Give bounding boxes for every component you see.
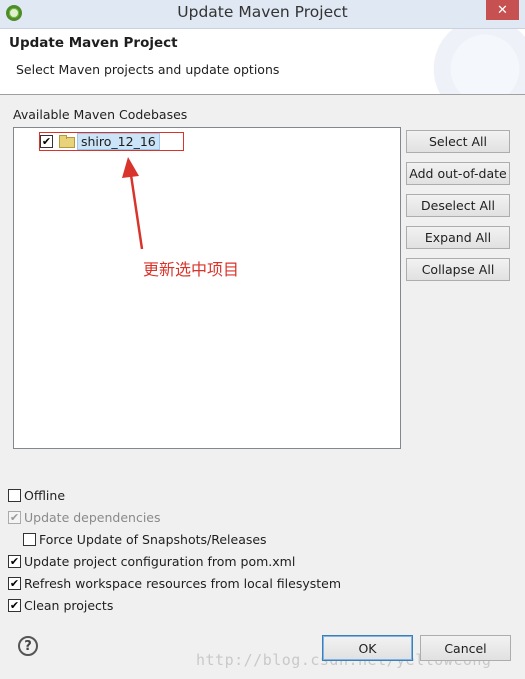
- ok-button[interactable]: OK: [322, 635, 413, 661]
- select-all-button[interactable]: Select All: [406, 130, 510, 153]
- collapse-all-button[interactable]: Collapse All: [406, 258, 510, 281]
- clean-projects-checkbox[interactable]: [8, 599, 21, 612]
- offline-label: Offline: [24, 488, 66, 503]
- refresh-workspace-option[interactable]: Refresh workspace resources from local f…: [8, 576, 341, 591]
- force-update-option[interactable]: Force Update of Snapshots/Releases: [23, 532, 267, 547]
- refresh-workspace-checkbox[interactable]: [8, 577, 21, 590]
- offline-option[interactable]: Offline: [8, 488, 65, 503]
- cancel-button[interactable]: Cancel: [420, 635, 511, 661]
- force-update-checkbox[interactable]: [23, 533, 36, 546]
- expand-all-button[interactable]: Expand All: [406, 226, 510, 249]
- update-config-label: Update project configuration from pom.xm…: [24, 554, 296, 569]
- refresh-workspace-label: Refresh workspace resources from local f…: [24, 576, 342, 591]
- update-config-checkbox[interactable]: [8, 555, 21, 568]
- deselect-all-button[interactable]: Deselect All: [406, 194, 510, 217]
- add-out-of-date-button[interactable]: Add out-of-date: [406, 162, 510, 185]
- update-dependencies-label: Update dependencies: [24, 510, 161, 525]
- clean-projects-option[interactable]: Clean projects: [8, 598, 113, 613]
- help-icon[interactable]: ?: [18, 636, 38, 656]
- update-config-option[interactable]: Update project configuration from pom.xm…: [8, 554, 295, 569]
- annotation-text: 更新选中项目: [143, 260, 240, 279]
- clean-projects-label: Clean projects: [24, 598, 114, 613]
- offline-checkbox[interactable]: [8, 489, 21, 502]
- update-dependencies-option: Update dependencies: [8, 510, 161, 525]
- force-update-label: Force Update of Snapshots/Releases: [39, 532, 267, 547]
- update-dependencies-checkbox: [8, 511, 21, 524]
